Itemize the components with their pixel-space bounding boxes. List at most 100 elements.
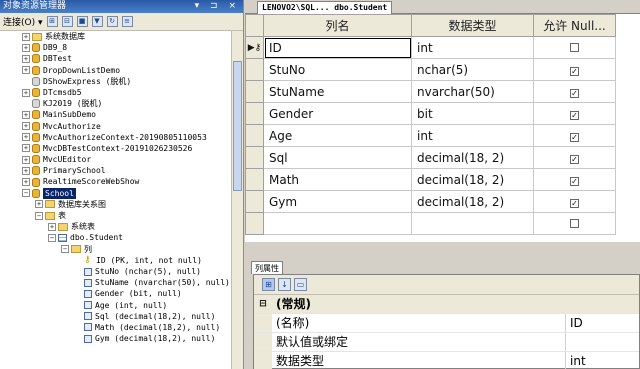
tree-node[interactable]: KJ2019 (脱机) xyxy=(0,98,232,109)
collapse-icon[interactable]: − xyxy=(48,233,56,242)
data-type-cell[interactable] xyxy=(411,212,534,235)
expand-icon[interactable]: + xyxy=(22,122,30,131)
table-row[interactable]: Sql decimal(18, 2) ✓ xyxy=(245,146,616,169)
checkbox-unchecked[interactable] xyxy=(570,42,579,52)
tree-scrollbar-thumb[interactable] xyxy=(233,61,242,191)
checkbox-unchecked[interactable] xyxy=(570,218,579,228)
tree-node[interactable]: StuName (nvarchar(50), null) xyxy=(0,277,232,288)
row-selector[interactable] xyxy=(245,190,264,213)
summary-icon[interactable]: ≡ xyxy=(121,16,133,27)
checkbox-checked[interactable]: ✓ xyxy=(570,154,579,164)
expand-icon[interactable]: + xyxy=(22,155,30,164)
table-row[interactable]: ▶⚷ ID int xyxy=(245,36,616,59)
data-type-cell[interactable]: decimal(18, 2) xyxy=(411,190,534,213)
tree-node[interactable]: Gym (decimal(18,2), null) xyxy=(0,333,232,344)
alphabetical-icon[interactable]: ↓ xyxy=(278,278,291,291)
categorized-icon[interactable]: ⊞ xyxy=(262,278,275,291)
tree-node[interactable]: + PrimarySchool xyxy=(0,165,232,176)
table-row[interactable]: Gender bit ✓ xyxy=(245,102,616,125)
tree-node[interactable]: Sql (decimal(18,2), null) xyxy=(0,311,232,322)
tree-node[interactable]: StuNo (nchar(5), null) xyxy=(0,266,232,277)
row-selector[interactable] xyxy=(245,102,264,125)
expand-icon[interactable]: + xyxy=(22,88,30,97)
tree-node[interactable]: + 系统数据库 xyxy=(0,31,232,42)
collapse-icon[interactable]: − xyxy=(22,189,30,198)
connect-button[interactable]: 连接(O) ▾ xyxy=(3,15,43,28)
stop-icon[interactable]: ■ xyxy=(76,16,88,27)
expand-icon[interactable]: + xyxy=(22,66,30,75)
property-row[interactable]: (名称) ID xyxy=(254,314,639,333)
tree-node[interactable]: + MainSubDemo xyxy=(0,109,232,120)
refresh-icon[interactable]: ↻ xyxy=(106,16,118,27)
table-row[interactable]: Gym decimal(18, 2) ✓ xyxy=(245,190,616,213)
header-data-type[interactable]: 数据类型 xyxy=(411,14,534,37)
expand-icon[interactable]: + xyxy=(22,32,30,41)
property-row[interactable]: 默认值或绑定 xyxy=(254,333,639,352)
property-category[interactable]: ⊟ (常规) xyxy=(254,295,639,314)
tree-scrollbar[interactable] xyxy=(231,31,243,369)
tree-node[interactable]: + MvcUEditor xyxy=(0,154,232,165)
table-row[interactable]: Age int ✓ xyxy=(245,124,616,147)
header-column-name[interactable]: 列名 xyxy=(263,14,412,37)
property-value[interactable]: int xyxy=(566,352,586,369)
expand-icon[interactable]: + xyxy=(22,54,30,63)
column-name-cell[interactable]: Sql xyxy=(263,146,412,169)
tree-node[interactable]: + 数据库关系图 xyxy=(0,199,232,210)
tree-node[interactable]: ⚷ ID (PK, int, not null) xyxy=(0,255,232,266)
column-name-cell[interactable]: ID xyxy=(263,36,412,59)
expand-icon[interactable]: + xyxy=(48,222,56,231)
table-row[interactable]: StuName nvarchar(50) ✓ xyxy=(245,80,616,103)
expand-icon[interactable]: + xyxy=(22,144,30,153)
table-row[interactable]: Math decimal(18, 2) ✓ xyxy=(245,168,616,191)
data-type-cell[interactable]: nchar(5) xyxy=(411,58,534,81)
connect-icon[interactable]: ⊞ xyxy=(46,16,58,27)
tree-node[interactable]: − School xyxy=(0,187,232,199)
tree-node[interactable]: Age (int, null) xyxy=(0,300,232,311)
tree-node[interactable]: − 表 xyxy=(0,210,232,221)
column-name-cell[interactable]: Age xyxy=(263,124,412,147)
row-selector[interactable] xyxy=(245,124,264,147)
header-allow-null[interactable]: 允许 Null... xyxy=(533,14,616,37)
tree-node[interactable]: − 列 xyxy=(0,244,232,255)
expand-icon[interactable]: + xyxy=(22,178,30,187)
checkbox-checked[interactable]: ✓ xyxy=(570,176,579,186)
property-pages-icon[interactable]: ▭ xyxy=(294,278,307,291)
tree-node[interactable]: + DropDownListDemo xyxy=(0,65,232,76)
tree-node[interactable]: + MvcDBTestContext-20191026230526 xyxy=(0,143,232,154)
column-name-cell[interactable]: StuName xyxy=(263,80,412,103)
tree-node[interactable]: + MvcAuthorizeContext-20190805110053 xyxy=(0,132,232,143)
column-name-cell[interactable]: Gym xyxy=(263,190,412,213)
tree-node[interactable]: + DB9_8 xyxy=(0,42,232,53)
table-row[interactable] xyxy=(245,212,616,235)
primary-key-icon[interactable]: ▶⚷ xyxy=(245,36,264,59)
row-selector[interactable] xyxy=(245,168,264,191)
column-name-cell[interactable]: Math xyxy=(263,168,412,191)
checkbox-checked[interactable]: ✓ xyxy=(570,88,579,98)
column-name-cell[interactable] xyxy=(263,212,412,235)
data-type-cell[interactable]: int xyxy=(411,36,534,59)
row-selector[interactable] xyxy=(245,58,264,81)
tree-node[interactable]: + RealtimeScoreWebShow xyxy=(0,176,232,187)
tree-node[interactable]: DShowExpress (脱机) xyxy=(0,76,232,87)
table-row[interactable]: StuNo nchar(5) ✓ xyxy=(245,58,616,81)
column-name-cell[interactable]: StuNo xyxy=(263,58,412,81)
tree-node[interactable]: + DTcmsdb5 xyxy=(0,87,232,98)
tree-node[interactable]: + MvcAuthorize xyxy=(0,121,232,132)
filter-icon[interactable]: ▼ xyxy=(91,16,103,27)
data-type-cell[interactable]: decimal(18, 2) xyxy=(411,168,534,191)
data-type-cell[interactable]: bit xyxy=(411,102,534,125)
checkbox-checked[interactable]: ✓ xyxy=(570,132,579,142)
expand-icon[interactable]: + xyxy=(22,166,30,175)
row-selector[interactable] xyxy=(245,146,264,169)
row-selector[interactable] xyxy=(245,212,264,235)
collapse-icon[interactable]: ⊟ xyxy=(254,295,272,313)
title-controls[interactable]: ▾ ⊐ × xyxy=(195,0,240,13)
data-type-cell[interactable]: int xyxy=(411,124,534,147)
property-row[interactable]: 数据类型 int xyxy=(254,352,639,369)
property-value[interactable]: ID xyxy=(566,314,583,332)
column-name-cell[interactable]: Gender xyxy=(263,102,412,125)
collapse-icon[interactable]: − xyxy=(61,245,69,254)
column-properties-tab[interactable]: 列属性 xyxy=(251,261,283,274)
row-selector[interactable] xyxy=(245,80,264,103)
tree-node[interactable]: Math (decimal(18,2), null) xyxy=(0,322,232,333)
